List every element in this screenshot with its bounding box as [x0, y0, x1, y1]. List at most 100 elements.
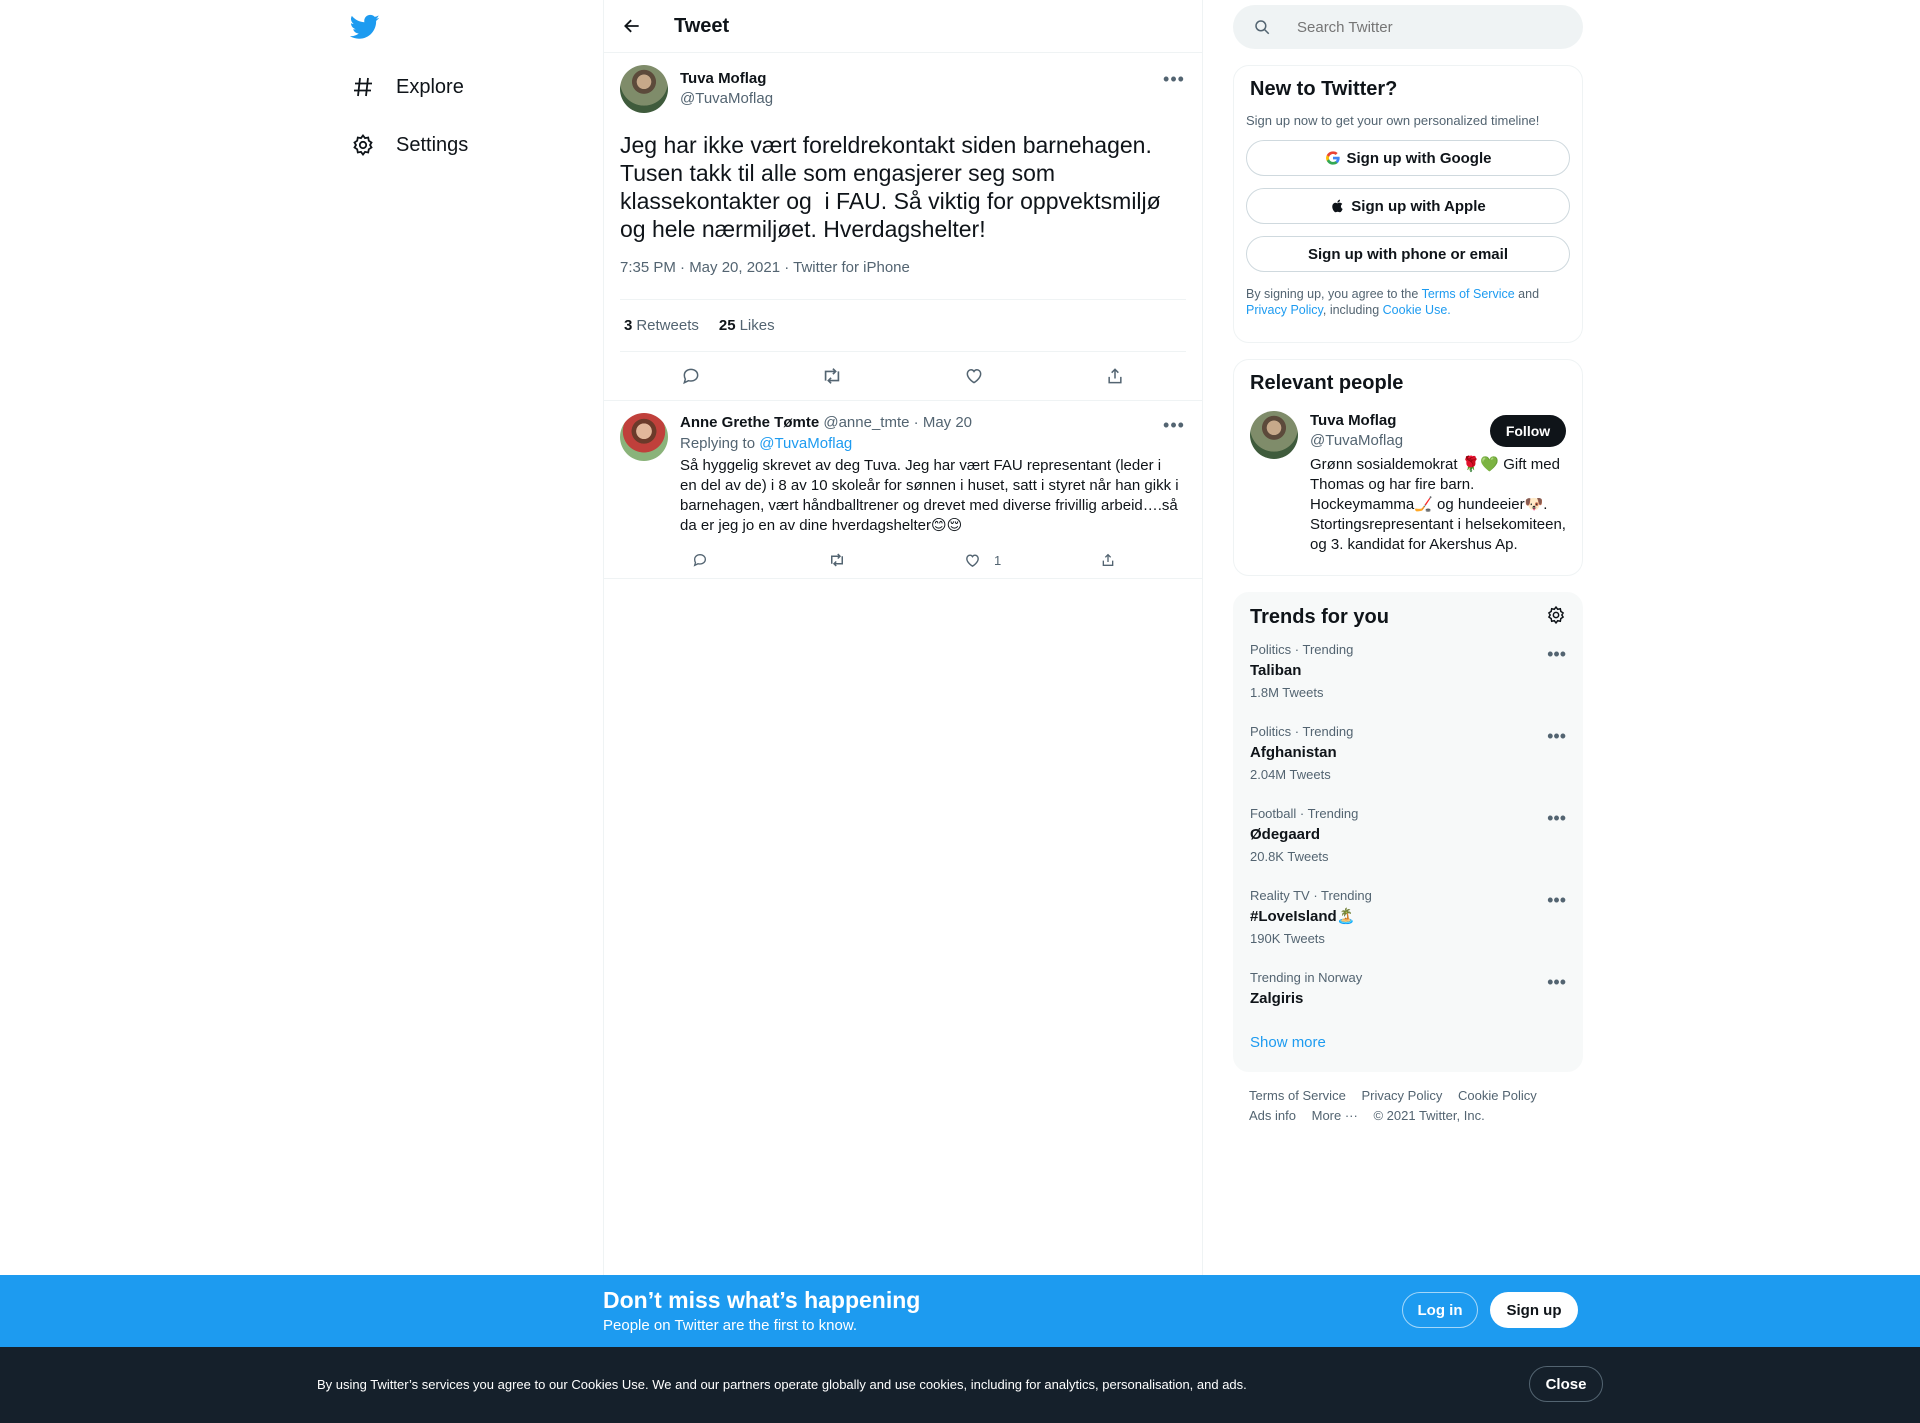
privacy-link[interactable]: Privacy Policy [1246, 303, 1323, 317]
cookie-use-link[interactable]: Cookie Use. [1383, 303, 1451, 317]
retweets-label: Retweets [636, 317, 699, 334]
more-options-icon[interactable]: ••• [1162, 67, 1186, 91]
trend-item[interactable]: Football · Trending Ødegaard 20.8K Tweet… [1234, 794, 1582, 876]
trends-card: Trends for you Politics · Trending Talib… [1233, 592, 1583, 1072]
search-icon [1253, 17, 1273, 37]
replying-to-link[interactable]: @TuvaMoflag [759, 435, 852, 452]
nav-settings[interactable]: Settings [350, 120, 468, 170]
trend-name: Ødegaard [1250, 826, 1321, 843]
replying-to-label: Replying to [680, 435, 756, 452]
trend-item[interactable]: Reality TV · Trending #LoveIsland🏝️ 190K… [1234, 876, 1582, 958]
like-icon[interactable] [962, 364, 986, 388]
search-box[interactable] [1233, 5, 1583, 49]
footer-cookie-link[interactable]: Cookie Policy [1458, 1088, 1537, 1103]
card-title: Trends for you [1250, 606, 1389, 628]
person-item[interactable]: Tuva Moflag @TuvaMoflag Grønn sosialdemo… [1234, 395, 1582, 555]
retweet-icon[interactable] [820, 364, 844, 388]
footer-privacy-link[interactable]: Privacy Policy [1361, 1088, 1442, 1103]
retweet-icon[interactable] [828, 551, 846, 569]
nav-explore[interactable]: Explore [350, 62, 464, 112]
cookie-banner: By using Twitter’s services you agree to… [0, 1347, 1920, 1423]
main-column: Tweet Tuva Moflag @TuvaMoflag ••• Jeg ha… [603, 0, 1203, 1275]
close-button[interactable]: Close [1529, 1366, 1603, 1402]
card-title: New to Twitter? [1250, 78, 1398, 100]
more-options-icon[interactable]: ••• [1547, 972, 1566, 993]
cookie-text: By using Twitter’s services you agree to… [317, 1377, 1247, 1392]
relevant-people-card: Relevant people Tuva Moflag @TuvaMoflag … [1233, 359, 1583, 576]
more-options-icon[interactable]: ••• [1547, 808, 1566, 829]
trend-name: Taliban [1250, 662, 1302, 679]
reply-tweet[interactable]: Anne Grethe Tømte @anne_tmte · May 20 Re… [604, 400, 1202, 579]
retweet-count: 3 [624, 317, 633, 334]
signup-button[interactable]: Sign up [1490, 1292, 1578, 1328]
show-more-link[interactable]: Show more [1234, 1020, 1582, 1071]
reply-text: Så hyggelig skrevet av deg Tuva. Jeg har… [680, 457, 1179, 534]
footer-terms-link[interactable]: Terms of Service [1249, 1088, 1346, 1103]
trend-count: 1.8M Tweets [1250, 685, 1324, 700]
trend-name: Zalgiris [1250, 990, 1304, 1007]
share-icon[interactable] [1103, 364, 1127, 388]
trend-category: Politics · Trending [1250, 642, 1354, 657]
trend-name: #LoveIsland🏝️ [1250, 908, 1356, 925]
like-icon[interactable] [964, 551, 982, 569]
back-arrow-icon[interactable] [620, 14, 644, 38]
follow-button[interactable]: Follow [1490, 415, 1566, 447]
terms-link[interactable]: Terms of Service [1422, 287, 1515, 301]
like-count: 25 [718, 317, 736, 334]
signup-google-label: Sign up with Google [1346, 149, 1492, 167]
footer-copyright: © 2021 Twitter, Inc. [1373, 1108, 1485, 1123]
trend-count: 20.8K Tweets [1250, 849, 1329, 864]
trend-count: 190K Tweets [1250, 931, 1325, 946]
trend-item[interactable]: Trending in Norway Zalgiris ••• [1234, 958, 1582, 1020]
banner-subtitle: People on Twitter are the first to know. [603, 1317, 858, 1334]
author-name[interactable]: Tuva Moflag [680, 69, 773, 89]
more-options-icon[interactable]: ••• [1547, 644, 1566, 665]
signup-phone-email-button[interactable]: Sign up with phone or email [1246, 236, 1570, 272]
trend-category: Trending in Norway [1250, 970, 1363, 985]
hashtag-icon [350, 74, 376, 100]
tweet-author[interactable]: Tuva Moflag @TuvaMoflag [620, 65, 1186, 117]
reply-header: Anne Grethe Tømte @anne_tmte · May 20 [680, 413, 1224, 433]
signup-google-button[interactable]: Sign up with Google [1246, 140, 1570, 176]
retweets-stat[interactable]: 3 Retweets [624, 317, 699, 334]
reply-author-handle[interactable]: @anne_tmte [823, 414, 909, 431]
footer-more-link[interactable]: More ··· [1312, 1108, 1358, 1123]
search-input[interactable] [1297, 18, 1547, 36]
trend-count: 2.04M Tweets [1250, 767, 1331, 782]
signup-apple-label: Sign up with Apple [1351, 197, 1486, 215]
nav-explore-label: Explore [396, 75, 464, 98]
trend-item[interactable]: Politics · Trending Taliban 1.8M Tweets … [1234, 630, 1582, 712]
legal-text-2: and [1518, 287, 1540, 301]
reply-icon[interactable] [692, 551, 710, 569]
apple-icon [1330, 198, 1345, 214]
author-handle[interactable]: @TuvaMoflag [680, 89, 773, 109]
more-options-icon[interactable]: ••• [1547, 890, 1566, 911]
trend-item[interactable]: Politics · Trending Afghanistan 2.04M Tw… [1234, 712, 1582, 794]
twitter-logo-icon[interactable] [349, 12, 382, 44]
footer-links: Terms of Service Privacy Policy Cookie P… [1233, 1072, 1583, 1140]
reply-date[interactable]: · May 20 [914, 414, 972, 431]
avatar[interactable] [620, 413, 668, 461]
reply-author-name[interactable]: Anne Grethe Tømte [680, 414, 819, 431]
tweet-timestamp[interactable]: 7:35 PM · May 20, 2021 · Twitter for iPh… [620, 259, 1186, 300]
signup-banner: Don’t miss what’s happening People on Tw… [0, 1275, 1920, 1347]
reply-icon[interactable] [679, 364, 703, 388]
gear-icon[interactable] [1546, 605, 1566, 630]
new-to-twitter-card: New to Twitter? Sign up now to get your … [1233, 65, 1583, 343]
login-button[interactable]: Log in [1402, 1292, 1478, 1328]
legal-text-3: , including [1322, 303, 1380, 317]
gear-icon [350, 132, 376, 158]
person-bio: Grønn sosialdemokrat 🌹💚 Gift med Thomas … [1310, 456, 1566, 553]
legal-text-1: By signing up, you agree to the [1246, 287, 1419, 301]
card-subtitle: Sign up now to get your own personalized… [1246, 113, 1540, 128]
share-icon[interactable] [1100, 551, 1118, 569]
likes-stat[interactable]: 25 Likes [719, 317, 775, 334]
more-options-icon[interactable]: ••• [1547, 726, 1566, 747]
footer-ads-link[interactable]: Ads info [1249, 1108, 1296, 1123]
more-options-icon[interactable]: ••• [1162, 413, 1186, 437]
avatar[interactable] [620, 65, 668, 113]
main-tweet: Tuva Moflag @TuvaMoflag ••• Jeg har ikke… [604, 53, 1202, 400]
signup-legal-text: By signing up, you agree to the Terms of… [1234, 272, 1582, 318]
avatar[interactable] [1250, 411, 1298, 459]
signup-apple-button[interactable]: Sign up with Apple [1246, 188, 1570, 224]
